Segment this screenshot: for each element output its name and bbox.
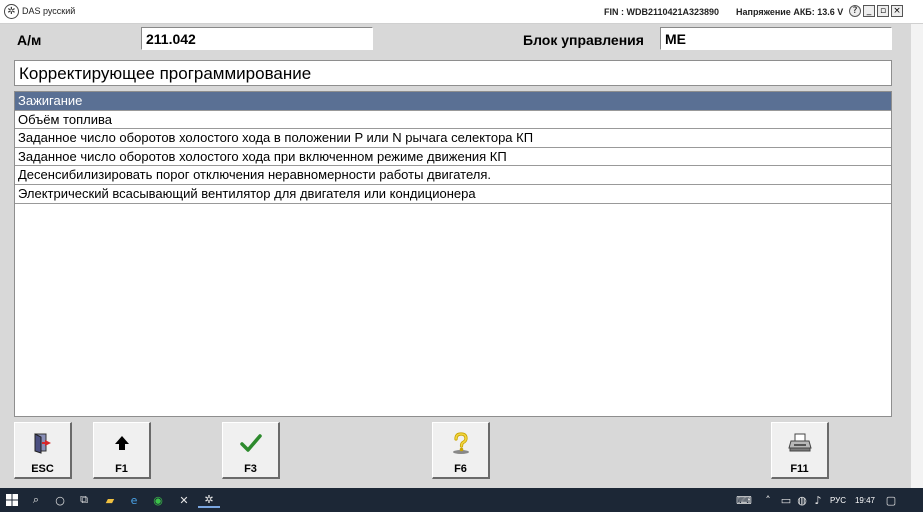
battery-tray-icon[interactable]: ▭ bbox=[779, 492, 793, 508]
notifications-icon[interactable]: ▢ bbox=[884, 492, 898, 508]
taskbar-clock[interactable]: 19:47 bbox=[853, 492, 877, 508]
windows-logo-icon bbox=[6, 494, 18, 506]
f3-key-label: F3 bbox=[244, 463, 257, 475]
model-label: А/м bbox=[17, 32, 42, 48]
search-icon[interactable]: ⌕ bbox=[28, 492, 44, 508]
arrow-up-icon bbox=[94, 431, 149, 455]
input-language-indicator[interactable]: РУС bbox=[828, 492, 848, 508]
list-item-idle-speed-p-n[interactable]: Заданное число оборотов холостого хода в… bbox=[15, 129, 891, 148]
esc-button[interactable]: ESC bbox=[14, 422, 72, 479]
esc-key-label: ESC bbox=[31, 463, 54, 475]
list-item-idle-speed-drive[interactable]: Заданное число оборотов холостого хода п… bbox=[15, 148, 891, 167]
exit-door-icon bbox=[15, 431, 70, 455]
volume-speaker-icon[interactable]: ♪ bbox=[811, 492, 825, 508]
restore-button[interactable]: ▫ bbox=[877, 5, 889, 17]
task-view-icon[interactable]: ⧉ bbox=[76, 492, 92, 508]
list-item-fuel-volume[interactable]: Объём топлива bbox=[15, 111, 891, 130]
window-right-edge bbox=[911, 24, 923, 488]
title-bar: ✲ DAS русский FIN : WDB2110421A323890 На… bbox=[0, 0, 923, 24]
windows-taskbar: ⌕ ○ ⧉ ▰ e ◉ ✕ ✲ ⌨ ˄ ▭ ◍ ♪ РУС 19:47 ▢ bbox=[0, 488, 923, 512]
model-value-field: 211.042 bbox=[141, 27, 373, 50]
list-item-misfire-threshold[interactable]: Десенсибилизировать порог отключения нер… bbox=[15, 166, 891, 185]
f11-key-label: F11 bbox=[790, 463, 809, 475]
xentry-app-icon[interactable]: ✕ bbox=[176, 492, 192, 508]
chrome-browser-icon[interactable]: ◉ bbox=[150, 492, 166, 508]
battery-voltage-label: Напряжение АКБ: 13.6 V bbox=[736, 7, 844, 17]
list-item-ignition[interactable]: Зажигание bbox=[15, 92, 891, 111]
ecu-label: Блок управления bbox=[523, 32, 644, 48]
close-button[interactable]: × bbox=[891, 5, 903, 17]
minimize-button[interactable]: _ bbox=[863, 5, 875, 17]
printer-icon bbox=[772, 431, 827, 455]
f1-button[interactable]: F1 bbox=[93, 422, 151, 479]
ecu-value-field: ME bbox=[660, 27, 892, 50]
adaptation-list[interactable]: Зажигание Объём топлива Заданное число о… bbox=[14, 91, 892, 417]
file-explorer-icon[interactable]: ▰ bbox=[102, 492, 118, 508]
app-logo-icon: ✲ bbox=[4, 4, 19, 19]
help-button[interactable]: ? bbox=[849, 5, 861, 17]
checkmark-icon bbox=[223, 431, 278, 455]
window-controls: ? _ ▫ × bbox=[849, 5, 903, 17]
list-item-suction-fan[interactable]: Электрический всасывающий вентилятор для… bbox=[15, 185, 891, 204]
screen-title: Корректирующее программирование bbox=[14, 60, 892, 86]
help-question-icon bbox=[433, 431, 488, 455]
f6-button[interactable]: F6 bbox=[432, 422, 490, 479]
f1-key-label: F1 bbox=[115, 463, 128, 475]
f3-button[interactable]: F3 bbox=[222, 422, 280, 479]
f11-button[interactable]: F11 bbox=[771, 422, 829, 479]
f6-key-label: F6 bbox=[454, 463, 467, 475]
cortana-icon[interactable]: ○ bbox=[52, 492, 68, 508]
fin-label: FIN : WDB2110421A323890 bbox=[604, 7, 720, 17]
network-globe-icon[interactable]: ◍ bbox=[795, 492, 809, 508]
start-button[interactable] bbox=[4, 492, 20, 508]
show-hidden-icons-chevron-up-icon[interactable]: ˄ bbox=[762, 492, 774, 508]
window-title: DAS русский bbox=[22, 6, 76, 16]
das-app-taskbar-icon[interactable]: ✲ bbox=[198, 492, 220, 508]
keyboard-icon[interactable]: ⌨ bbox=[736, 492, 752, 508]
edge-browser-icon[interactable]: e bbox=[126, 492, 142, 508]
